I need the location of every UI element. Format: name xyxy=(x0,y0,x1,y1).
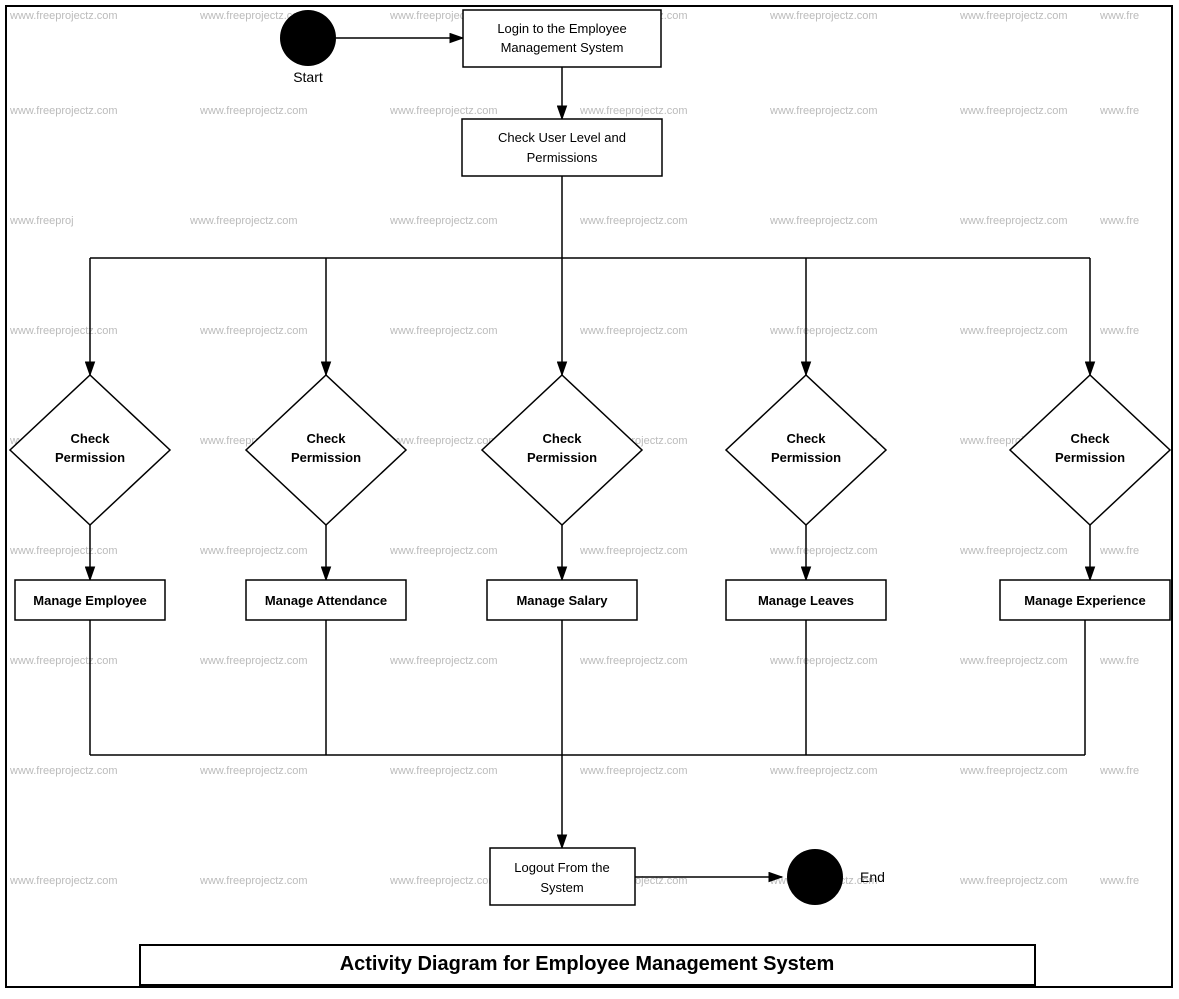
login-box xyxy=(463,10,661,67)
perm-text-4a: Check xyxy=(786,431,826,446)
start-label: Start xyxy=(293,69,323,85)
activity-diagram: Start Login to the Employee Management S… xyxy=(0,0,1179,994)
perm-text-1b: Permission xyxy=(55,450,125,465)
perm-text-2b: Permission xyxy=(291,450,361,465)
manage-leaves-text: Manage Leaves xyxy=(758,593,854,608)
diagram-title: Activity Diagram for Employee Management… xyxy=(340,953,835,975)
start-circle xyxy=(280,10,336,66)
check-user-text-1: Check User Level and xyxy=(498,130,626,145)
perm-text-4b: Permission xyxy=(771,450,841,465)
manage-experience-text: Manage Experience xyxy=(1024,593,1145,608)
login-text-1: Login to the Employee xyxy=(497,21,626,36)
check-user-level-box xyxy=(462,119,662,176)
perm-text-3a: Check xyxy=(542,431,582,446)
logout-text-1: Logout From the xyxy=(514,860,609,875)
diagram-container: Start Login to the Employee Management S… xyxy=(0,0,1179,994)
end-circle xyxy=(787,849,843,905)
check-user-text-2: Permissions xyxy=(527,150,598,165)
manage-attendance-text: Manage Attendance xyxy=(265,593,387,608)
perm-text-3b: Permission xyxy=(527,450,597,465)
end-label: End xyxy=(860,869,885,885)
logout-text-2: System xyxy=(540,880,583,895)
perm-text-5a: Check xyxy=(1070,431,1110,446)
login-text-2: Management System xyxy=(501,40,624,55)
perm-text-5b: Permission xyxy=(1055,450,1125,465)
perm-text-2a: Check xyxy=(306,431,346,446)
manage-salary-text: Manage Salary xyxy=(516,593,608,608)
logout-box xyxy=(490,848,635,905)
manage-employee-text: Manage Employee xyxy=(33,593,146,608)
perm-text-1a: Check xyxy=(70,431,110,446)
